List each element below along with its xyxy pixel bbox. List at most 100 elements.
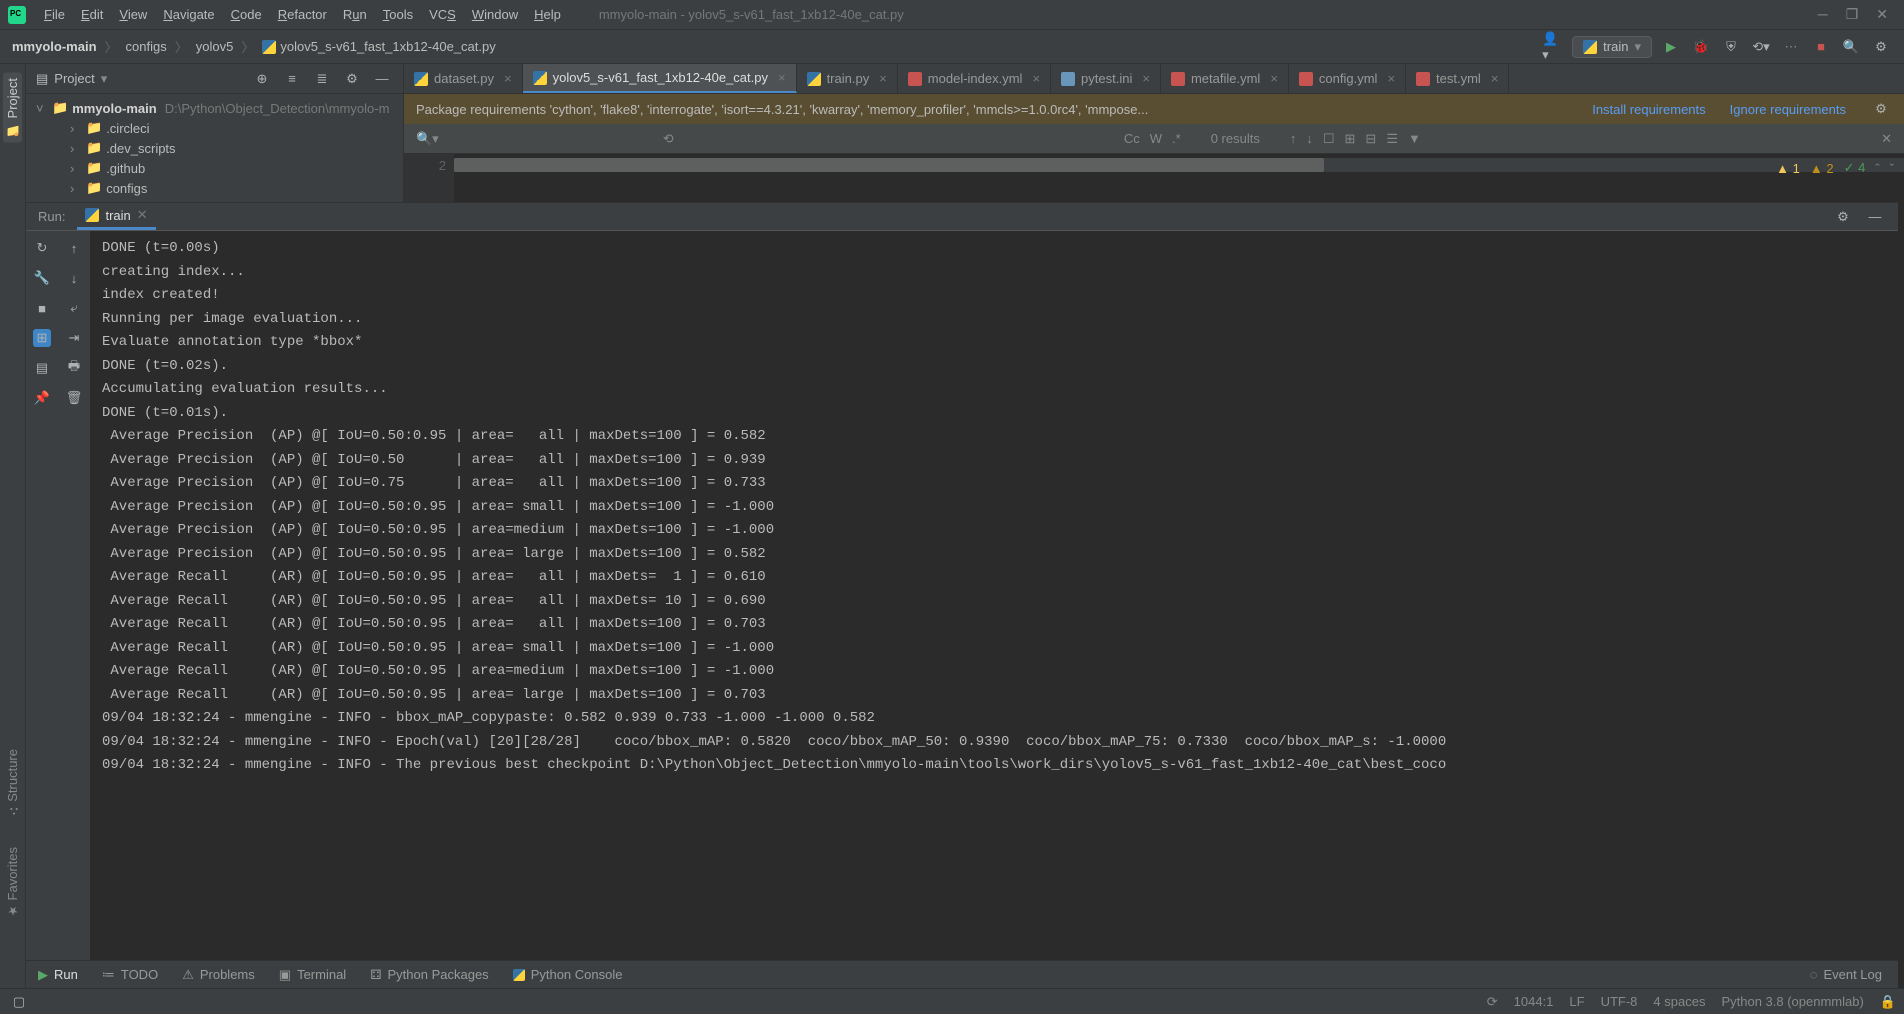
add-selection-icon[interactable]: ⊞ xyxy=(1345,131,1356,147)
minimize-icon[interactable]: ─ xyxy=(1818,6,1828,23)
next-highlight-icon[interactable]: ˇ xyxy=(1890,161,1894,176)
project-tree[interactable]: ˅ 📁 mmyolo-main D:\Python\Object_Detecti… xyxy=(26,94,403,202)
tool-windows-icon[interactable]: ▢ xyxy=(8,991,30,1013)
problems-tool-tab[interactable]: ⚠Problems xyxy=(170,967,267,983)
select-all-icon[interactable]: ☐ xyxy=(1323,131,1335,147)
encoding[interactable]: UTF-8 xyxy=(1601,994,1638,1009)
git-status-icon[interactable]: ⟳ xyxy=(1487,994,1498,1010)
collapse-all-icon[interactable]: ≣ xyxy=(311,68,333,90)
editor-tab[interactable]: train.py× xyxy=(797,64,898,93)
menu-navigate[interactable]: Navigate xyxy=(155,7,222,22)
settings-icon[interactable]: ⚙ xyxy=(1832,206,1854,228)
toggle-icon[interactable]: ☰ xyxy=(1386,131,1398,147)
next-match-icon[interactable]: ↓ xyxy=(1306,131,1313,146)
inspection-widget[interactable]: ▲ 1 ▲ 2 ✓ 4 ˆ ˇ xyxy=(1776,160,1894,176)
profile-button[interactable]: ⟲▾ xyxy=(1750,36,1772,58)
caret-position[interactable]: 1044:1 xyxy=(1514,994,1554,1009)
run-button[interactable]: ▶ xyxy=(1660,36,1682,58)
close-tab-icon[interactable]: × xyxy=(1270,71,1278,86)
close-tab-icon[interactable]: × xyxy=(1142,71,1150,86)
tree-root[interactable]: ˅ 📁 mmyolo-main D:\Python\Object_Detecti… xyxy=(26,98,403,118)
menu-run[interactable]: Run xyxy=(335,7,375,22)
tree-item[interactable]: ›📁.github xyxy=(26,158,403,178)
menu-refactor[interactable]: Refactor xyxy=(270,7,335,22)
clear-icon[interactable]: 🗑 xyxy=(65,389,83,407)
locate-icon[interactable]: ⊕ xyxy=(251,68,273,90)
hide-icon[interactable]: — xyxy=(371,68,393,90)
close-icon[interactable]: ✕ xyxy=(1876,6,1888,23)
wrench-icon[interactable]: 🔧 xyxy=(33,269,51,287)
python-packages-tool-tab[interactable]: ⚃Python Packages xyxy=(358,967,501,983)
stop-button[interactable]: ■ xyxy=(1810,36,1832,58)
run-tool-tab[interactable]: ▶Run xyxy=(26,967,90,983)
layout-icon[interactable]: ⊞ xyxy=(33,329,51,347)
event-log-tab[interactable]: ◌Event Log xyxy=(1810,967,1898,982)
editor-tab[interactable]: pytest.ini× xyxy=(1051,64,1161,93)
indent[interactable]: 4 spaces xyxy=(1653,994,1705,1009)
menu-tools[interactable]: Tools xyxy=(375,7,421,22)
breadcrumb-root[interactable]: mmyolo-main xyxy=(12,39,97,54)
run-tab[interactable]: train ✕ xyxy=(77,203,155,230)
menu-help[interactable]: Help xyxy=(526,7,569,22)
regex-toggle[interactable]: .* xyxy=(1172,131,1181,146)
menu-edit[interactable]: Edit xyxy=(73,7,111,22)
rerun-icon[interactable]: ↻ xyxy=(33,239,51,257)
up-icon[interactable]: ↑ xyxy=(65,239,83,257)
close-tab-icon[interactable]: × xyxy=(778,70,786,85)
ignore-requirements-link[interactable]: Ignore requirements xyxy=(1730,102,1846,117)
breadcrumb-item[interactable]: yolov5 xyxy=(196,39,234,54)
attach-button[interactable]: ⋯ xyxy=(1780,36,1802,58)
weak-warning-badge[interactable]: ▲ 2 xyxy=(1810,161,1834,176)
python-console-tool-tab[interactable]: Python Console xyxy=(501,967,635,982)
lock-icon[interactable]: 🔒 xyxy=(1880,994,1896,1010)
menu-vcs[interactable]: VCS xyxy=(421,7,464,22)
add-user-icon[interactable]: 👤▾ xyxy=(1542,36,1564,58)
prev-match-icon[interactable]: ↑ xyxy=(1290,131,1297,146)
structure-tool-tab[interactable]: ⛬ Structure xyxy=(5,749,20,817)
line-ending[interactable]: LF xyxy=(1569,994,1584,1009)
terminal-tool-tab[interactable]: ▣Terminal xyxy=(267,967,358,983)
project-tool-tab[interactable]: 📁 Project xyxy=(3,72,22,142)
match-case-toggle[interactable]: Cc xyxy=(1124,131,1140,146)
todo-tool-tab[interactable]: ≔TODO xyxy=(90,967,170,983)
editor-tab[interactable]: model-index.yml× xyxy=(898,64,1051,93)
settings-icon[interactable]: ⚙ xyxy=(1870,36,1892,58)
warning-badge[interactable]: ▲ 1 xyxy=(1776,161,1800,176)
menu-code[interactable]: Code xyxy=(223,7,270,22)
interpreter[interactable]: Python 3.8 (openmmlab) xyxy=(1721,994,1863,1009)
pin-icon[interactable]: 📌 xyxy=(33,389,51,407)
hide-icon[interactable]: — xyxy=(1864,206,1886,228)
tree-item[interactable]: ›📁configs xyxy=(26,178,403,198)
menu-file[interactable]: File xyxy=(36,7,73,22)
close-tab-icon[interactable]: × xyxy=(1387,71,1395,86)
breadcrumb-file[interactable]: yolov5_s-v61_fast_1xb12-40e_cat.py xyxy=(280,39,495,54)
tree-item[interactable]: ›📁.dev_scripts xyxy=(26,138,403,158)
close-search-icon[interactable]: ✕ xyxy=(1881,131,1892,147)
breadcrumb-item[interactable]: configs xyxy=(126,39,167,54)
close-tab-icon[interactable]: × xyxy=(1032,71,1040,86)
print-icon[interactable]: 🖶 xyxy=(65,359,83,377)
words-toggle[interactable]: W xyxy=(1150,131,1162,146)
close-tab-icon[interactable]: × xyxy=(1491,71,1499,86)
console-output[interactable]: DONE (t=0.00s) creating index... index c… xyxy=(90,231,1898,960)
menu-view[interactable]: View xyxy=(111,7,155,22)
editor-tab[interactable]: config.yml× xyxy=(1289,64,1406,93)
editor-tab[interactable]: yolov5_s-v61_fast_1xb12-40e_cat.py× xyxy=(523,64,797,93)
close-tab-icon[interactable]: × xyxy=(879,71,887,86)
scroll-to-end-icon[interactable]: ⇥ xyxy=(65,329,83,347)
menu-window[interactable]: Window xyxy=(464,7,526,22)
search-icon[interactable]: 🔍 xyxy=(1840,36,1862,58)
editor-tab[interactable]: metafile.yml× xyxy=(1161,64,1289,93)
soft-wrap-icon[interactable]: ⤶ xyxy=(65,299,83,317)
search-icon[interactable]: 🔍▾ xyxy=(416,131,439,147)
filter-icon[interactable]: ▼ xyxy=(1408,131,1421,146)
settings-icon[interactable]: ⚙ xyxy=(1870,98,1892,120)
down-icon[interactable]: ↓ xyxy=(65,269,83,287)
typo-badge[interactable]: ✓ 4 xyxy=(1844,160,1866,176)
horizontal-scrollbar[interactable] xyxy=(454,158,1904,172)
maximize-icon[interactable]: ❐ xyxy=(1846,6,1859,23)
chevron-down-icon[interactable]: ▾ xyxy=(101,71,108,87)
stop-icon[interactable]: ■ xyxy=(33,299,51,317)
coverage-button[interactable]: ⛨ xyxy=(1720,36,1742,58)
layout2-icon[interactable]: ▤ xyxy=(33,359,51,377)
